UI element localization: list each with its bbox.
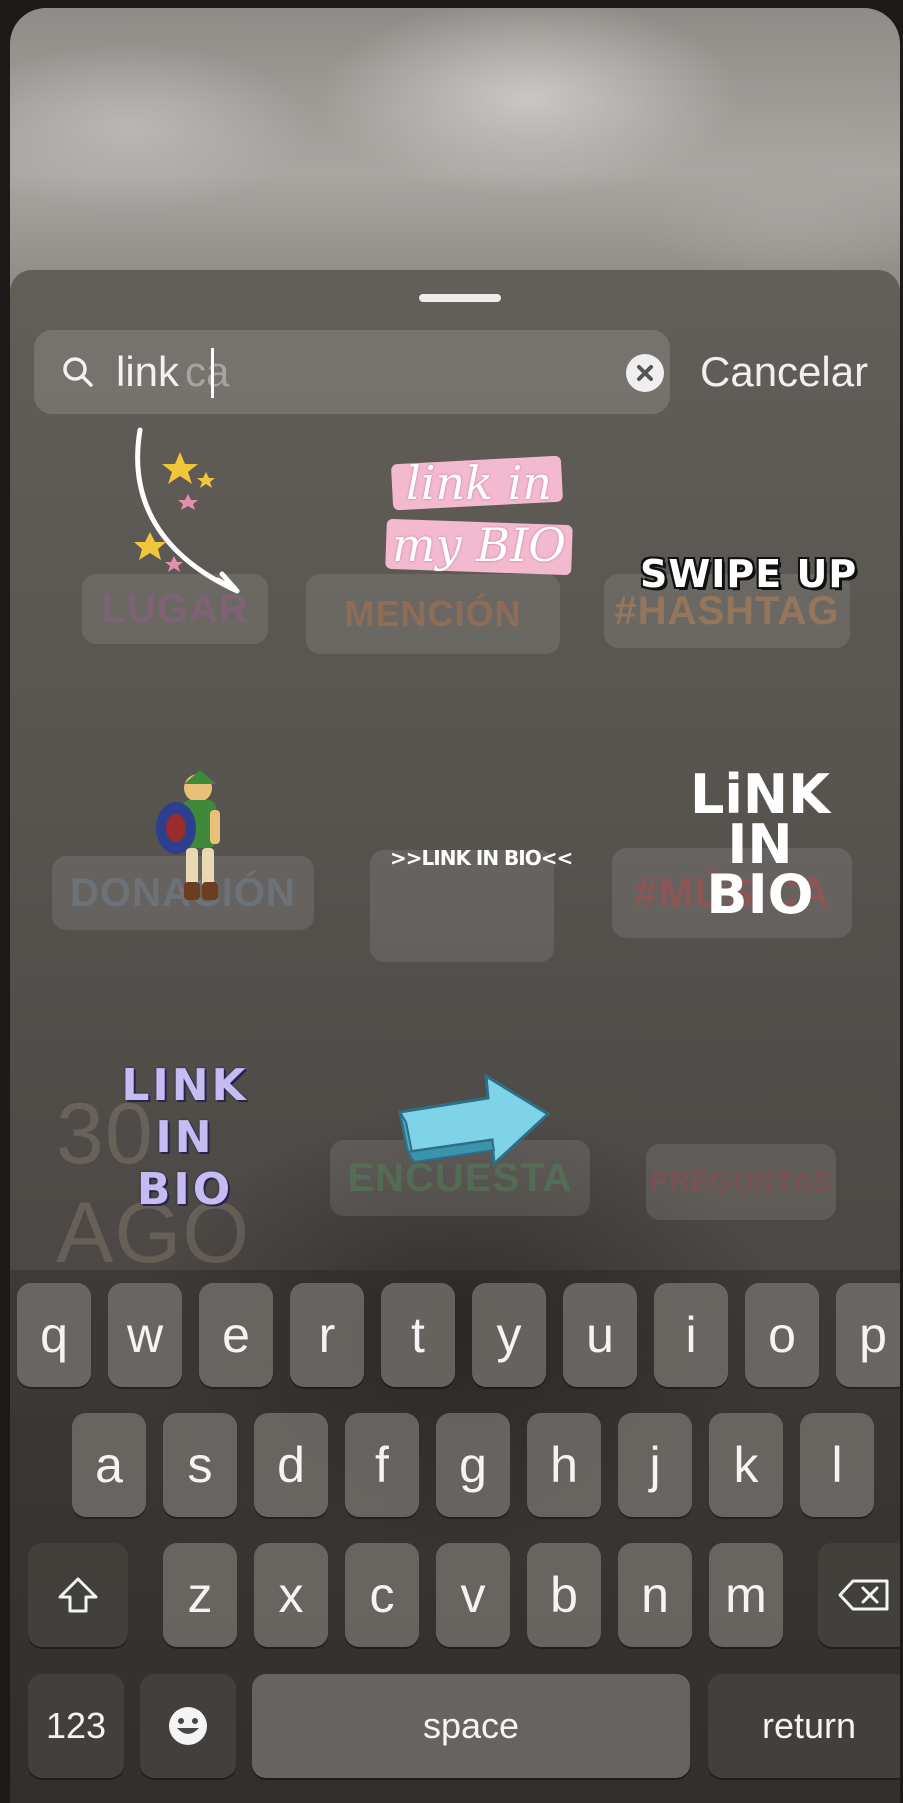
key-y[interactable]: y — [472, 1283, 546, 1387]
sticker-blue-arrow[interactable] — [394, 1068, 554, 1178]
camera-background — [10, 8, 900, 308]
search-bar[interactable]: link ca — [34, 330, 670, 414]
purple-line-2: IN — [155, 1112, 215, 1163]
key-n[interactable]: n — [618, 1543, 692, 1647]
key-f[interactable]: f — [345, 1413, 419, 1517]
sheet-grabber[interactable] — [419, 294, 501, 302]
cancel-button[interactable]: Cancelar — [700, 344, 868, 400]
sticker-arrow-stars[interactable] — [110, 420, 260, 600]
sticker-link-in-bio-handwritten[interactable]: LiNK IN BIO — [690, 768, 830, 926]
purple-line-1: LINK — [121, 1060, 249, 1111]
purple-line-3: BIO — [136, 1164, 234, 1215]
key-v[interactable]: v — [436, 1543, 510, 1647]
key-k[interactable]: k — [709, 1413, 783, 1517]
key-r[interactable]: r — [290, 1283, 364, 1387]
link-in-label: link in — [406, 456, 552, 510]
ghost-sticker-questions: PREGUNTAS — [646, 1144, 836, 1220]
key-j[interactable]: j — [618, 1413, 692, 1517]
key-z[interactable]: z — [163, 1543, 237, 1647]
key-x[interactable]: x — [254, 1543, 328, 1647]
numbers-key[interactable]: 123 — [28, 1674, 124, 1778]
clear-search-button[interactable] — [626, 354, 664, 392]
screen: link ca Cancelar LUGAR MENCIÓN #HASHTAG D… — [10, 8, 900, 1803]
delete-key[interactable] — [818, 1543, 900, 1647]
key-c[interactable]: c — [345, 1543, 419, 1647]
search-placeholder-remainder: ca — [185, 348, 230, 395]
key-a[interactable]: a — [72, 1413, 146, 1517]
emoji-icon — [169, 1707, 207, 1745]
key-o[interactable]: o — [745, 1283, 819, 1387]
key-e[interactable]: e — [199, 1283, 273, 1387]
key-l[interactable]: l — [800, 1413, 874, 1517]
key-h[interactable]: h — [527, 1413, 601, 1517]
shift-icon — [58, 1577, 98, 1613]
sticker-link-in-bio-arrows[interactable]: >>LINK IN BIO<< — [390, 846, 573, 870]
key-b[interactable]: b — [527, 1543, 601, 1647]
my-bio-label: my BIO — [392, 518, 566, 572]
search-icon — [63, 357, 93, 387]
key-p[interactable]: p — [836, 1283, 900, 1387]
sticker-link-in-bio-purple[interactable]: LINK IN BIO — [110, 1060, 260, 1216]
key-m[interactable]: m — [709, 1543, 783, 1647]
key-u[interactable]: u — [563, 1283, 637, 1387]
emoji-key[interactable] — [140, 1674, 236, 1778]
key-s[interactable]: s — [163, 1413, 237, 1517]
key-g[interactable]: g — [436, 1413, 510, 1517]
search-query: link — [116, 348, 180, 395]
return-key[interactable]: return — [708, 1674, 900, 1778]
key-q[interactable]: q — [17, 1283, 91, 1387]
shift-key[interactable] — [28, 1543, 128, 1647]
sticker-swipe-up[interactable]: SWIPE UP — [640, 552, 857, 596]
text-caret — [211, 348, 214, 398]
key-i[interactable]: i — [654, 1283, 728, 1387]
backspace-icon — [838, 1579, 889, 1611]
keyboard: q w e r t y u i o p a s d f g h j k l z … — [10, 1270, 900, 1803]
close-icon — [637, 365, 653, 381]
handwritten-line-3: BIO — [706, 863, 814, 926]
sticker-link-in-my-bio[interactable]: link in my BIO — [385, 442, 573, 592]
key-t[interactable]: t — [381, 1283, 455, 1387]
key-d[interactable]: d — [254, 1413, 328, 1517]
sticker-link-character[interactable] — [146, 770, 246, 910]
space-key[interactable]: space — [252, 1674, 690, 1778]
key-w[interactable]: w — [108, 1283, 182, 1387]
